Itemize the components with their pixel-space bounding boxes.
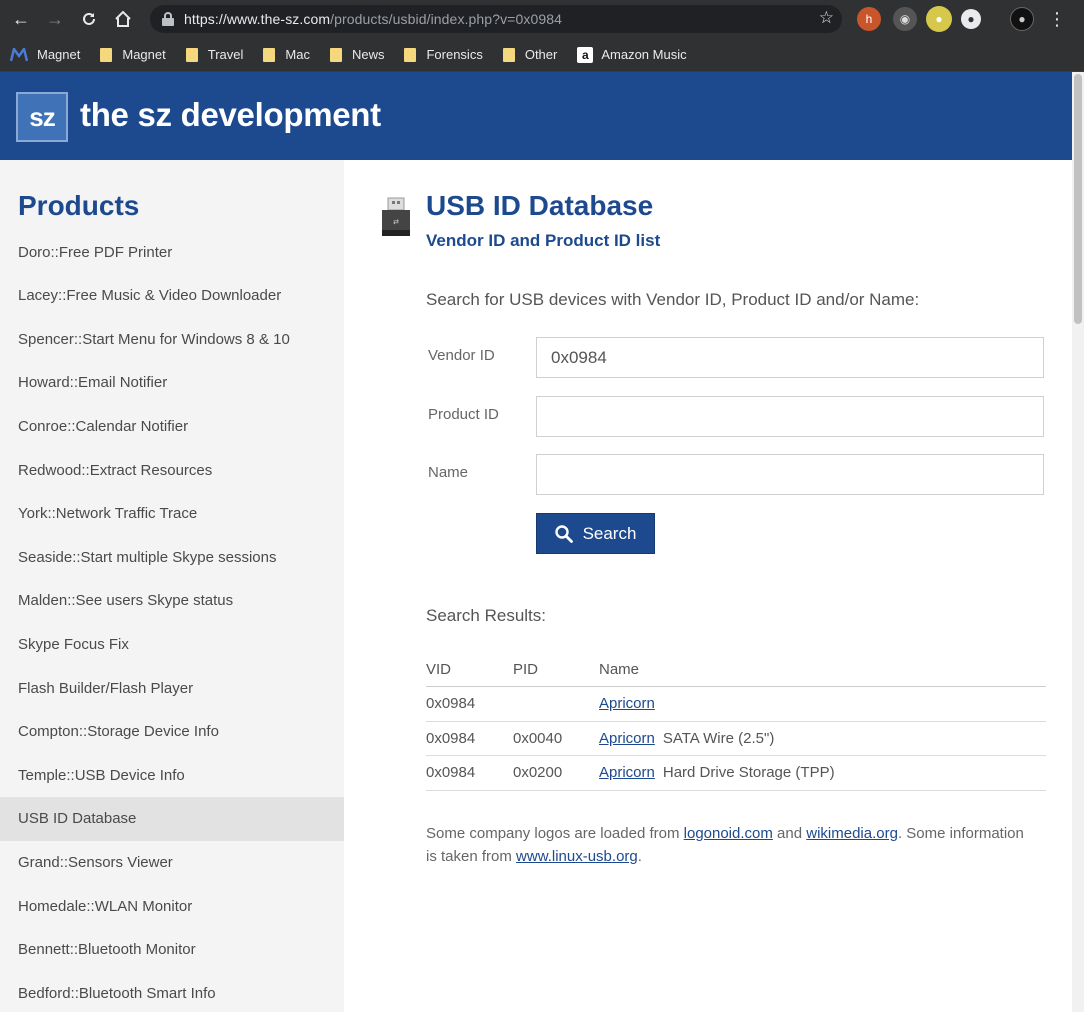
page-subtitle: Vendor ID and Product ID list [426,231,661,250]
sidebar-item[interactable]: Compton::Storage Device Info [0,710,344,754]
reload-icon[interactable] [72,4,106,34]
site-title[interactable]: the sz development [80,96,381,134]
bookmark-star-icon[interactable]: ☆ [819,8,834,28]
home-icon[interactable] [106,4,140,34]
column-header-vid: VID [426,660,452,678]
table-header-row: VID PID Name [426,652,1046,687]
sidebar-item[interactable]: USB ID Database [0,796,344,841]
column-header-pid: PID [513,660,539,678]
sidebar-item[interactable]: Malden::See users Skype status [0,579,344,623]
bookmark-folder[interactable]: Other [502,47,557,62]
search-instructions: Search for USB devices with Vendor ID, P… [426,290,920,309]
wikimedia-link[interactable]: wikimedia.org [806,825,898,842]
results-heading: Search Results: [426,606,546,625]
forward-icon[interactable]: → [38,4,72,34]
bookmark-item[interactable]: Magnet [10,47,80,62]
cell-vid: 0x0984 [426,695,476,713]
sidebar-item[interactable]: Bennett::Bluetooth Monitor [0,928,344,972]
sidebar-item[interactable]: York::Network Traffic Trace [0,492,344,536]
sidebar-item[interactable]: Conroe::Calendar Notifier [0,404,344,448]
cell-name: Apricorn Hard Drive Storage (TPP) [599,764,1046,781]
sidebar-item[interactable]: Howard::Email Notifier [0,361,344,405]
table-row: 0x0984 0x0200 Apricorn Hard Drive Storage (… [426,756,1046,791]
address-bar[interactable]: https://www.the-sz.com/products/usbid/in… [150,5,842,33]
bookmarks-bar: Magnet Magnet Travel Mac News Forensics … [0,38,1084,72]
page-scrollbar[interactable] [1072,72,1084,1012]
cell-name: Apricorn [599,695,1046,712]
extension-shield-icon[interactable]: ◉ [893,7,917,31]
results-table: VID PID Name 0x0984 Apricorn 0x0984 0x0040 A… [426,652,1046,791]
folder-icon [502,47,515,62]
search-button-label: Search [582,523,637,543]
vendor-link[interactable]: Apricorn [599,695,655,712]
folder-icon [263,47,276,62]
vendor-id-label: Vendor ID [428,347,495,364]
name-input[interactable] [536,454,1044,495]
folder-icon [404,47,417,62]
menu-kebab-icon[interactable]: ⋮ [1045,7,1069,31]
name-label: Name [428,464,469,481]
scrollbar-thumb[interactable] [1074,74,1082,324]
bookmark-folder[interactable]: News [329,47,384,62]
folder-icon [329,47,342,62]
table-row: 0x0984 0x0040 Apricorn SATA Wire (2.5") [426,722,1046,756]
site-logo[interactable]: sz [16,92,68,142]
folder-icon [185,47,198,62]
extension-icon-4[interactable]: ● [961,9,981,29]
sidebar-item[interactable]: Grand::Sensors Viewer [0,840,344,884]
products-sidebar: Products Doro::Free PDF Printer Lacey::Fr… [0,160,344,1012]
sidebar-item[interactable]: Spencer::Start Menu for Windows 8 & 10 [0,317,344,361]
cell-name: Apricorn SATA Wire (2.5") [599,730,1046,747]
attribution-note: Some company logos are loaded from logon… [426,825,1024,865]
sidebar-item[interactable]: Seaside::Start multiple Skype sessions [0,535,344,579]
vendor-link[interactable]: Apricorn [599,730,655,747]
column-header-name: Name [599,660,640,678]
amazon-icon: a [577,46,594,63]
sidebar-item[interactable]: Homedale::WLAN Monitor [0,884,344,928]
vendor-id-input[interactable]: 0x0984 [536,337,1044,378]
extension-icon-1[interactable]: h [857,7,881,31]
folder-icon [100,47,113,62]
linux-usb-link[interactable]: www.linux-usb.org [516,848,638,865]
bookmark-folder[interactable]: Magnet [100,47,166,62]
cell-pid: 0x0200 [513,764,563,782]
search-button[interactable]: Search [536,513,655,554]
cell-pid: 0x0040 [513,729,563,747]
cell-vid: 0x0984 [426,729,476,747]
sidebar-item[interactable]: Doro::Free PDF Printer [0,230,344,274]
product-description: Hard Drive Storage (TPP) [662,764,835,782]
url-text: https://www.the-sz.com/products/usbid/in… [184,11,562,27]
cell-vid: 0x0984 [426,764,476,782]
svg-text:⇄: ⇄ [393,218,399,226]
product-id-label: Product ID [428,406,499,423]
logonoid-link[interactable]: logonoid.com [684,825,773,842]
usb-drive-icon: ⇄ [382,197,410,236]
back-icon[interactable]: ← [4,4,38,34]
table-row: 0x0984 Apricorn [426,687,1046,722]
magnet-icon [10,47,28,61]
sidebar-item[interactable]: Skype Focus Fix [0,622,344,666]
product-description: SATA Wire (2.5") [662,729,775,747]
bookmark-item[interactable]: a Amazon Music [577,46,687,63]
bookmark-folder[interactable]: Travel [185,47,243,62]
extension-icon-3[interactable]: ● [926,6,952,32]
site-header: sz the sz development [0,72,1072,160]
sidebar-item[interactable]: Temple::USB Device Info [0,753,344,797]
sidebar-item[interactable]: Flash Builder/Flash Player [0,666,344,710]
vendor-link[interactable]: Apricorn [599,764,655,781]
sidebar-item[interactable]: Bedford::Bluetooth Smart Info [0,971,344,1015]
browser-toolbar: ← → https://www.the-sz.com/products/usbi… [0,0,1084,38]
lock-icon [162,12,174,26]
sidebar-item[interactable]: Lacey::Free Music & Video Downloader [0,274,344,318]
product-id-input[interactable] [536,396,1044,437]
sidebar-heading: Products [18,190,140,221]
page-title: USB ID Database [426,190,654,221]
profile-avatar[interactable]: ● [1010,7,1034,31]
bookmark-folder[interactable]: Mac [263,47,310,62]
search-icon [554,524,573,543]
bookmark-folder[interactable]: Forensics [404,47,483,62]
sidebar-item[interactable]: Redwood::Extract Resources [0,448,344,492]
